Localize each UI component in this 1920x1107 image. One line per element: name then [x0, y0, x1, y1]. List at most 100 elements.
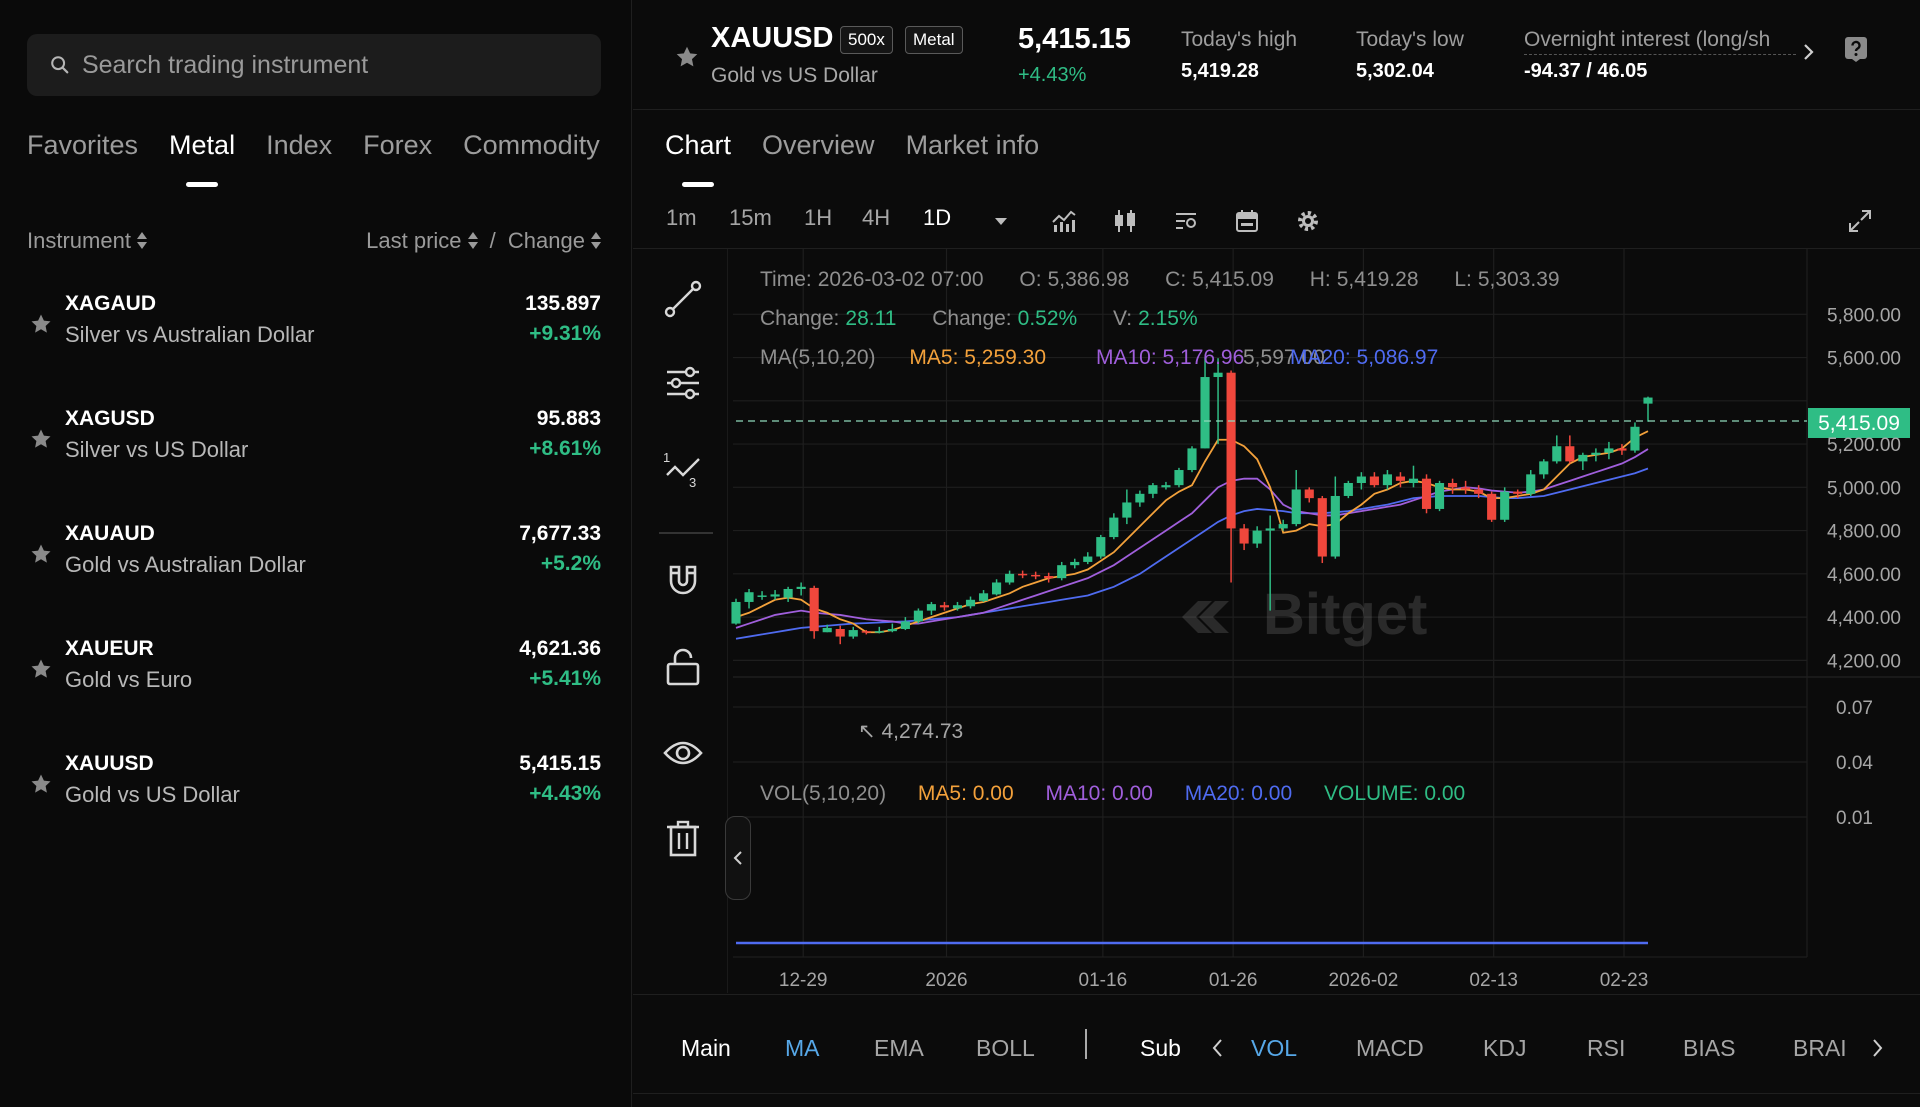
- visibility-tool[interactable]: [663, 733, 703, 773]
- candle: [1122, 489, 1132, 525]
- chevron-right-icon[interactable]: [1869, 1035, 1885, 1061]
- chart-settings-list-icon[interactable]: [1173, 208, 1199, 234]
- candle-body: [1500, 491, 1510, 520]
- instrument-row[interactable]: XAUEUR Gold vs Euro 4,621.36 +5.41%: [27, 637, 601, 707]
- sort-last-price[interactable]: Last price: [366, 228, 477, 253]
- candle-body: [744, 592, 754, 602]
- chart-area[interactable]: Bitget 5,415.09 5,800.00 5,600.00 5,200.00…: [633, 248, 1920, 993]
- indicator-bias[interactable]: BIAS: [1683, 1035, 1735, 1062]
- price-axis: 5,800.00 5,600.00 5,200.00 5,000.00 4,800.00…: [1827, 305, 1901, 672]
- instrument-symbol: XAGAUD: [65, 292, 157, 315]
- time-axis-label: 2026: [925, 970, 967, 991]
- candle-body: [1369, 476, 1379, 486]
- interval-15m[interactable]: 15m: [729, 205, 772, 231]
- tab-overview[interactable]: Overview: [762, 130, 875, 186]
- star-icon[interactable]: [29, 427, 53, 451]
- candle: [835, 625, 845, 645]
- chevron-right-icon[interactable]: [1799, 40, 1819, 64]
- indicator-macd[interactable]: MACD: [1356, 1035, 1424, 1062]
- candle-body: [1578, 454, 1588, 462]
- magnet-tool[interactable]: [663, 561, 703, 601]
- overnight-interest-value: -94.37 / 46.05: [1524, 60, 1648, 82]
- search-icon: [51, 56, 69, 74]
- candle-body: [1643, 397, 1653, 404]
- sub-indicator-label: Sub: [1140, 1035, 1181, 1061]
- indicator-rsi[interactable]: RSI: [1587, 1035, 1625, 1062]
- indicator-vol[interactable]: VOL: [1251, 1035, 1297, 1062]
- adjust-tool[interactable]: [663, 363, 703, 403]
- fibonacci-tool[interactable]: 13: [663, 449, 703, 490]
- watermark-logo: Bitget: [1182, 582, 1427, 647]
- indicator-boll[interactable]: BOLL: [976, 1035, 1035, 1062]
- indicator-brar[interactable]: BRAI: [1793, 1035, 1849, 1062]
- tab-index[interactable]: Index: [266, 130, 332, 186]
- candle: [1552, 435, 1562, 464]
- sort-instrument[interactable]: Instrument: [27, 228, 147, 254]
- instrument-name: Gold vs Australian Dollar: [65, 552, 306, 577]
- overnight-interest-label[interactable]: Overnight interest (long/sh: [1524, 28, 1796, 55]
- category-badge: Metal: [905, 26, 963, 54]
- price-axis-label: 4,800.00: [1827, 522, 1901, 543]
- instrument-change: +9.31%: [529, 322, 601, 345]
- instrument-row[interactable]: XAGAUD Silver vs Australian Dollar 135.8…: [27, 292, 601, 362]
- help-icon[interactable]: [1843, 35, 1869, 63]
- chevron-down-icon[interactable]: [992, 212, 1010, 230]
- interval-1m[interactable]: 1m: [666, 205, 697, 231]
- search-box[interactable]: [27, 34, 601, 96]
- search-input[interactable]: [81, 50, 601, 80]
- candle: [809, 585, 819, 639]
- sort-icon: [468, 232, 478, 250]
- candle-body: [939, 605, 950, 608]
- candle: [1096, 534, 1106, 559]
- chevron-left-icon[interactable]: [1210, 1035, 1226, 1061]
- delete-tool[interactable]: [663, 819, 703, 859]
- chart-panel: XAUUSD 500x Metal Gold vs US Dollar 5,41…: [633, 0, 1920, 1107]
- tab-forex[interactable]: Forex: [363, 130, 432, 186]
- indicator-ema[interactable]: EMA: [874, 1035, 924, 1062]
- todays-high-label: Today's high: [1181, 28, 1298, 51]
- tab-metal[interactable]: Metal: [169, 130, 235, 186]
- calendar-icon[interactable]: [1234, 208, 1260, 234]
- lock-tool[interactable]: [663, 647, 703, 687]
- indicators-icon[interactable]: [1051, 208, 1077, 234]
- star-icon[interactable]: [29, 657, 53, 681]
- price-chart[interactable]: Bitget 5,415.09 5,800.00 5,600.00 5,200.00…: [633, 249, 1920, 993]
- tab-favorites[interactable]: Favorites: [27, 130, 138, 186]
- indicator-kdj[interactable]: KDJ: [1483, 1035, 1526, 1062]
- candle: [1174, 467, 1184, 488]
- tab-commodity[interactable]: Commodity: [463, 130, 600, 186]
- star-icon[interactable]: [29, 312, 53, 336]
- interval-1h[interactable]: 1H: [804, 205, 832, 231]
- candle-type-icon[interactable]: [1112, 208, 1138, 234]
- instrument-row[interactable]: XAUAUD Gold vs Australian Dollar 7,677.3…: [27, 522, 601, 592]
- volume-axis-label: 0.07: [1836, 698, 1873, 719]
- indicator-ma[interactable]: MA: [785, 1035, 820, 1062]
- tab-chart[interactable]: Chart: [665, 130, 731, 186]
- interval-4h[interactable]: 4H: [862, 205, 890, 231]
- todays-low-value: 5,302.04: [1356, 60, 1434, 82]
- interval-1d[interactable]: 1D: [923, 205, 951, 231]
- sort-change[interactable]: Change: [508, 228, 601, 253]
- fibonacci-icon: 13: [663, 450, 700, 490]
- collapse-toolbar-button[interactable]: [725, 816, 751, 900]
- volume-axis-label: 0.04: [1836, 753, 1873, 774]
- star-icon[interactable]: [29, 772, 53, 796]
- star-icon[interactable]: [674, 44, 700, 70]
- candle: [1343, 480, 1353, 499]
- star-icon[interactable]: [29, 542, 53, 566]
- instrument-row[interactable]: XAGUSD Silver vs US Dollar 95.883 +8.61%: [27, 407, 601, 477]
- candle: [1487, 491, 1497, 522]
- candle: [965, 596, 976, 609]
- instrument-row[interactable]: XAUUSD Gold vs US Dollar 5,415.15 +4.43%: [27, 752, 601, 822]
- gear-icon[interactable]: [1295, 208, 1321, 234]
- eye-icon: [663, 741, 703, 765]
- instrument-price: 7,677.33: [519, 522, 601, 545]
- fullscreen-icon[interactable]: [1847, 208, 1873, 234]
- price-change-header: Last price / Change: [366, 228, 601, 254]
- vol-volume: VOLUME: 0.00: [1324, 782, 1465, 805]
- time-axis-label: 12-29: [779, 970, 828, 991]
- candle-body: [1109, 517, 1119, 538]
- candle: [1591, 448, 1601, 462]
- tab-market-info[interactable]: Market info: [906, 130, 1040, 186]
- trend-line-tool[interactable]: [663, 279, 724, 326]
